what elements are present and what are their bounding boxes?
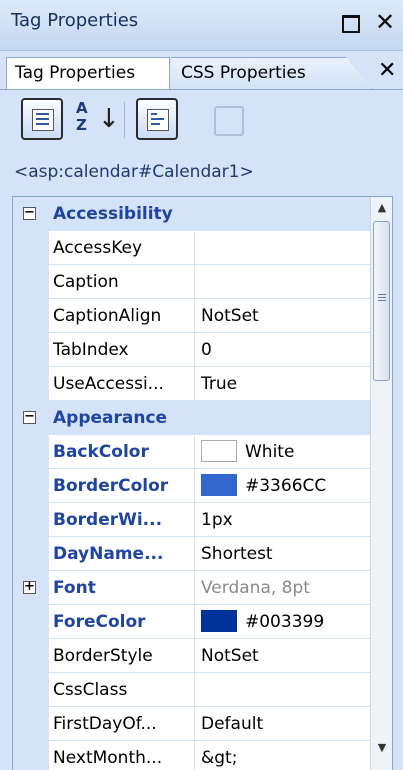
property-row-cssclass[interactable]: CssClass — [13, 673, 370, 707]
property-row-captionalign[interactable]: CaptionAlign NotSet — [13, 299, 370, 333]
scroll-down-icon[interactable]: ▼ — [371, 737, 392, 759]
color-value: #3366CC — [245, 476, 327, 496]
property-value[interactable]: 1px — [195, 503, 370, 537]
property-name: Caption — [49, 265, 195, 299]
category-accessibility[interactable]: − Accessibility — [13, 197, 370, 231]
property-row-caption[interactable]: Caption — [13, 265, 370, 299]
color-swatch — [201, 439, 237, 462]
property-row-forecolor[interactable]: ForeColor #003399 — [13, 605, 370, 639]
property-grid-rows: − Accessibility AccessKey Caption Captio… — [13, 197, 370, 770]
properties-button[interactable] — [136, 98, 178, 140]
property-name: BorderStyle — [49, 639, 195, 673]
events-icon — [214, 106, 244, 136]
sort-arrow-icon: ↓ — [98, 104, 120, 134]
collapse-icon[interactable]: − — [23, 410, 36, 424]
property-value[interactable]: Verdana, 8pt — [195, 571, 370, 605]
property-row-accesskey[interactable]: AccessKey — [13, 231, 370, 265]
alphabetical-sort-icon: A Z — [76, 99, 88, 134]
property-value[interactable]: #003399 — [195, 605, 370, 639]
properties-icon — [147, 109, 169, 131]
toolbar-separator — [124, 102, 125, 138]
expand-icon[interactable]: + — [23, 580, 36, 594]
property-name: BorderWi... — [49, 503, 195, 537]
tab-strip: CSS Properties Tag Properties ✕ — [0, 51, 403, 90]
property-row-borderstyle[interactable]: BorderStyle NotSet — [13, 639, 370, 673]
category-label: Appearance — [53, 408, 168, 428]
property-row-daynameformat[interactable]: DayName... Shortest — [13, 537, 370, 571]
title-bar: Tag Properties ✕ — [0, 0, 403, 51]
property-value[interactable]: White — [195, 435, 370, 469]
property-value[interactable]: NotSet — [195, 299, 370, 333]
toolbar: A Z ↓ — [0, 90, 403, 152]
property-row-backcolor[interactable]: BackColor White — [13, 435, 370, 469]
window-title: Tag Properties — [11, 10, 139, 31]
property-name: DayName... — [49, 537, 195, 571]
category-label: Accessibility — [53, 204, 173, 224]
property-name: NextMonth... — [49, 741, 195, 770]
property-row-useaccessible[interactable]: UseAccessi... True — [13, 367, 370, 401]
property-value[interactable]: True — [195, 367, 370, 401]
category-appearance[interactable]: − Appearance — [13, 401, 370, 435]
events-button[interactable] — [206, 98, 248, 140]
property-grid[interactable]: − Accessibility AccessKey Caption Captio… — [12, 196, 393, 770]
property-name: TabIndex — [49, 333, 195, 367]
property-row-tabindex[interactable]: TabIndex 0 — [13, 333, 370, 367]
property-row-borderwidth[interactable]: BorderWi... 1px — [13, 503, 370, 537]
alphabetical-button[interactable]: A Z ↓ — [70, 98, 120, 140]
collapse-icon[interactable]: − — [23, 206, 36, 220]
tab-close-icon[interactable]: ✕ — [378, 59, 396, 83]
property-name: CssClass — [49, 673, 195, 707]
property-value[interactable]: NotSet — [195, 639, 370, 673]
vertical-scrollbar[interactable]: ▲ ▼ — [370, 197, 392, 770]
property-value[interactable] — [195, 673, 370, 707]
tag-label: <asp:calendar#Calendar1> — [0, 152, 403, 192]
property-name: BackColor — [49, 435, 195, 469]
property-name: CaptionAlign — [49, 299, 195, 333]
property-value[interactable]: &gt; — [195, 741, 370, 770]
property-row-nextmonthtext[interactable]: NextMonth... &gt; — [13, 741, 370, 770]
scrollbar-grip-icon — [378, 294, 386, 303]
property-name: FirstDayOf... — [49, 707, 195, 741]
property-row-font[interactable]: + Font Verdana, 8pt — [13, 571, 370, 605]
property-value[interactable] — [195, 231, 370, 265]
property-value[interactable] — [195, 265, 370, 299]
tab-tag-properties[interactable]: Tag Properties — [6, 57, 170, 89]
property-value[interactable]: Default — [195, 707, 370, 741]
property-value[interactable]: 0 — [195, 333, 370, 367]
categorized-icon — [32, 109, 54, 131]
scrollbar-thumb[interactable] — [373, 221, 390, 381]
color-swatch — [201, 473, 237, 496]
property-row-bordercolor[interactable]: BorderColor #3366CC — [13, 469, 370, 503]
property-name: Font — [49, 571, 195, 605]
color-swatch — [201, 609, 237, 632]
categorized-button[interactable] — [21, 98, 63, 140]
property-name: BorderColor — [49, 469, 195, 503]
property-name: UseAccessi... — [49, 367, 195, 401]
property-value[interactable]: #3366CC — [195, 469, 370, 503]
property-name: ForeColor — [49, 605, 195, 639]
property-name: AccessKey — [49, 231, 195, 265]
property-row-firstdayofweek[interactable]: FirstDayOf... Default — [13, 707, 370, 741]
color-value: White — [245, 442, 295, 462]
restore-icon[interactable] — [337, 8, 363, 36]
scroll-up-icon[interactable]: ▲ — [371, 197, 392, 219]
color-value: #003399 — [245, 612, 325, 632]
close-icon[interactable]: ✕ — [372, 8, 398, 36]
tab-css-properties[interactable]: CSS Properties — [166, 57, 372, 89]
property-value[interactable]: Shortest — [195, 537, 370, 571]
